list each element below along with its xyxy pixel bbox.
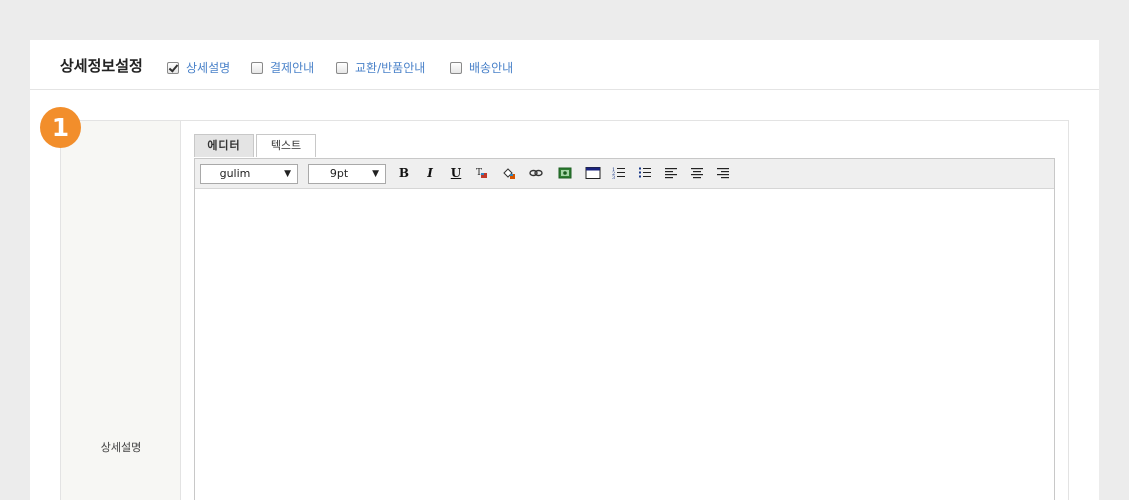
dropdown-arrow-icon: ▼ bbox=[372, 169, 379, 179]
font-family-select[interactable]: gulim ▼ bbox=[200, 164, 298, 184]
tab-text[interactable]: 텍스트 bbox=[256, 134, 316, 157]
svg-text:3: 3 bbox=[612, 175, 615, 180]
link-icon[interactable] bbox=[527, 165, 545, 182]
option-label[interactable]: 교환/반품안내 bbox=[355, 59, 425, 76]
shipping-info-checkbox[interactable] bbox=[450, 61, 462, 74]
field-label-column: 상세설명 bbox=[61, 121, 181, 500]
font-size-value: 9pt bbox=[329, 167, 349, 180]
underline-button[interactable]: U bbox=[447, 165, 465, 182]
italic-button[interactable]: I bbox=[421, 165, 439, 182]
bold-button[interactable]: B bbox=[395, 165, 413, 182]
align-right-icon[interactable] bbox=[714, 165, 732, 182]
option-shipping-info[interactable]: 배송안내 bbox=[450, 59, 513, 76]
option-label[interactable]: 결제안내 bbox=[270, 59, 314, 76]
payment-info-checkbox[interactable] bbox=[251, 61, 263, 74]
font-family-value: gulim bbox=[219, 167, 251, 180]
panel-header: 상세정보설정 상세설명 결제안내 교환/반품안내 배송안내 bbox=[30, 40, 1099, 90]
exchange-return-checkbox[interactable] bbox=[336, 61, 348, 74]
step-number-badge: 1 bbox=[40, 107, 81, 148]
font-size-select[interactable]: 9pt ▼ bbox=[308, 164, 386, 184]
option-label[interactable]: 배송안내 bbox=[469, 59, 513, 76]
image-icon[interactable] bbox=[556, 165, 574, 182]
table-icon[interactable] bbox=[584, 165, 602, 182]
align-left-icon[interactable] bbox=[662, 165, 680, 182]
page-title: 상세정보설정 bbox=[60, 57, 143, 75]
option-label[interactable]: 상세설명 bbox=[186, 59, 230, 76]
ordered-list-icon[interactable]: 123 bbox=[610, 165, 628, 182]
detail-description-checkbox[interactable] bbox=[167, 61, 179, 74]
unordered-list-icon[interactable] bbox=[636, 165, 654, 182]
dropdown-arrow-icon: ▼ bbox=[284, 169, 291, 179]
rich-text-editor: gulim ▼ 9pt ▼ B I U T 123 bbox=[194, 158, 1055, 500]
option-detail-description[interactable]: 상세설명 bbox=[167, 59, 230, 76]
field-label: 상세설명 bbox=[100, 441, 142, 454]
option-exchange-return-info[interactable]: 교환/반품안내 bbox=[336, 59, 425, 76]
editor-toolbar: gulim ▼ 9pt ▼ B I U T 123 bbox=[195, 159, 1054, 189]
font-color-icon[interactable]: T bbox=[473, 165, 491, 182]
editor-content-area[interactable] bbox=[195, 190, 1054, 500]
option-payment-info[interactable]: 결제안내 bbox=[251, 59, 314, 76]
tab-editor[interactable]: 에디터 bbox=[194, 134, 254, 157]
background-color-icon[interactable] bbox=[500, 165, 518, 182]
align-center-icon[interactable] bbox=[688, 165, 706, 182]
